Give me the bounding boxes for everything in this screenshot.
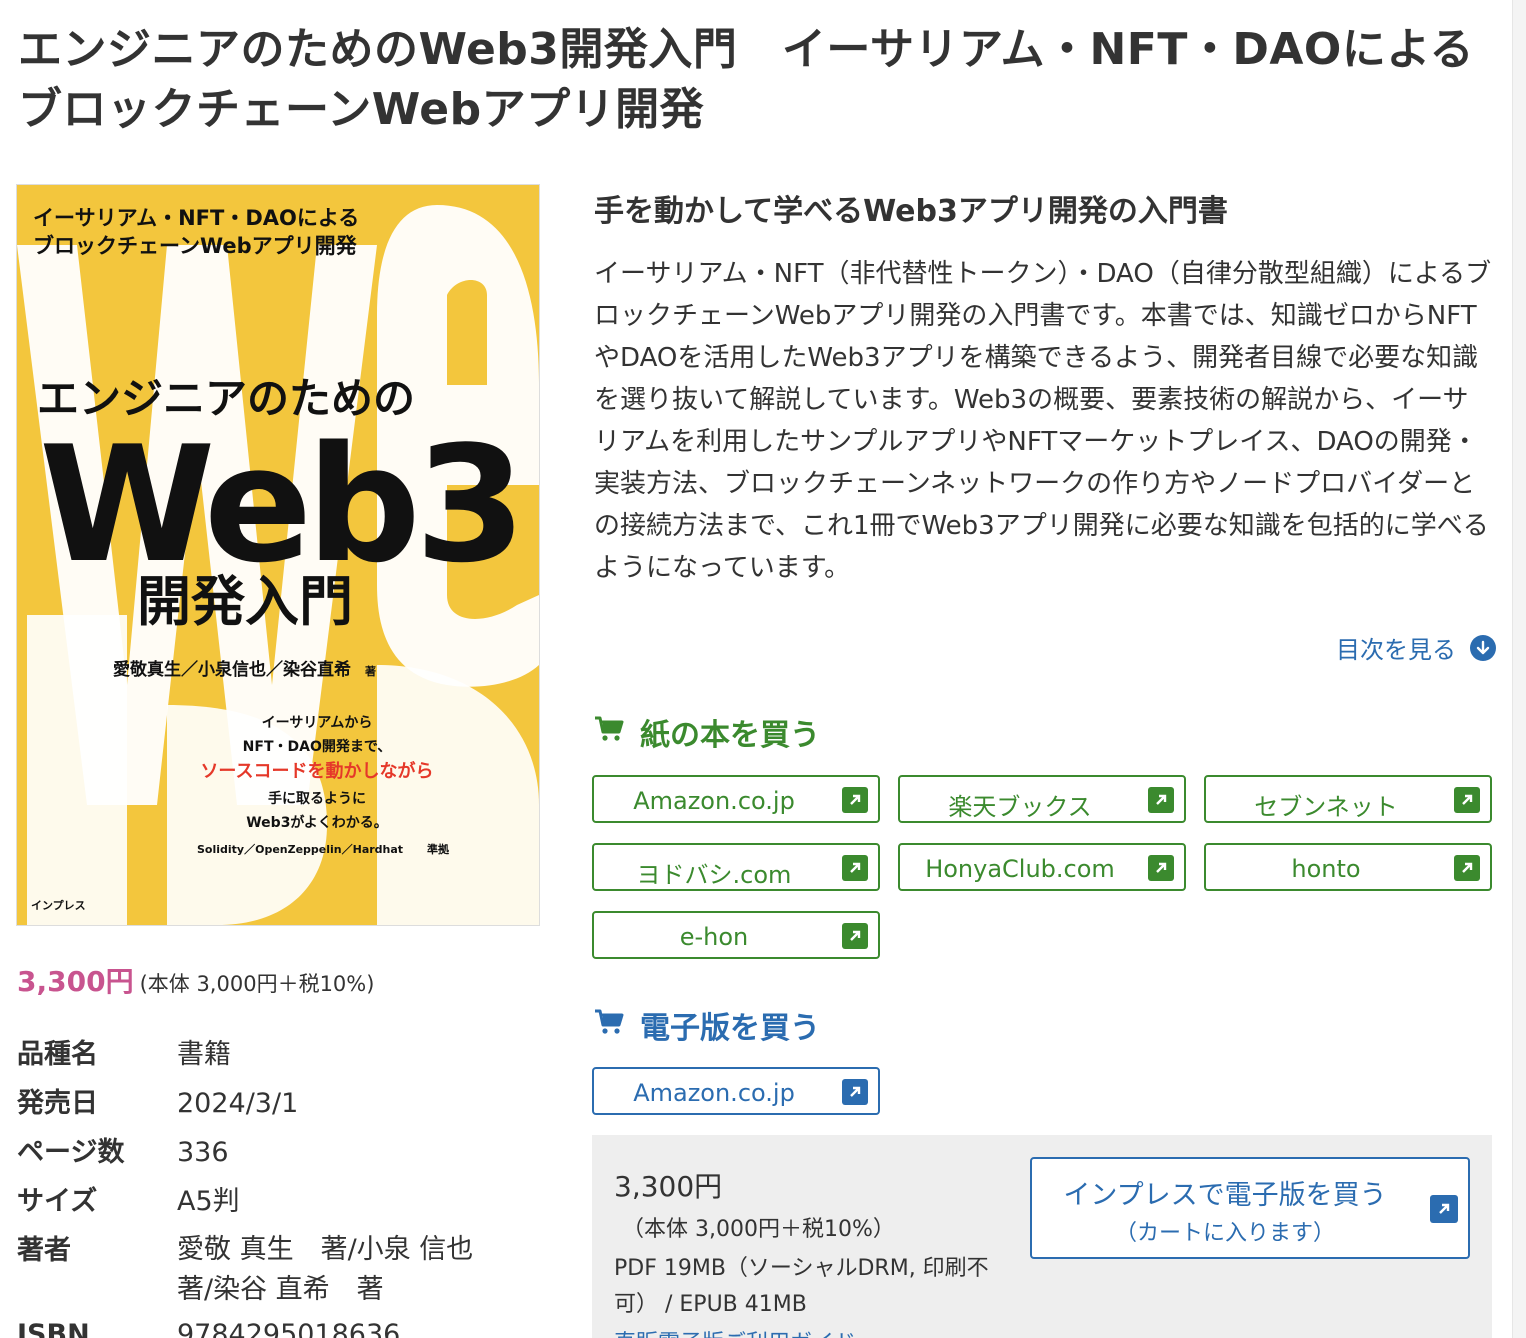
store-button-label: ヨドバシ.com xyxy=(636,861,792,889)
store-button-label: セブンネット xyxy=(1254,793,1398,821)
paper-book-heading: 紙の本を買う xyxy=(594,710,820,754)
cart-icon xyxy=(594,1008,624,1043)
ebook-store-button-amazon[interactable]: Amazon.co.jp xyxy=(592,1067,880,1115)
cover-subtitle-2: ブロックチェーンWebアプリ開発 xyxy=(33,234,358,258)
spec-author-line: 愛敬 真生 著/小泉 信也 xyxy=(177,1234,474,1265)
ebook-guide-link[interactable]: 直販電子版ご利用ガイド xyxy=(614,1325,856,1338)
spec-row: サイズ A5判 xyxy=(17,1177,557,1226)
spec-row: 品種名 書籍 xyxy=(17,1030,557,1079)
page-title: エンジニアのためのWeb3開発入門 イーサリアム・NFT・DAOによるブロックチ… xyxy=(18,24,1475,135)
store-button-ehon[interactable]: e-hon xyxy=(592,911,880,959)
book-cover: イーサリアム・NFT・DAOによる ブロックチェーンWebアプリ開発 エンジニア… xyxy=(16,184,540,926)
spec-value: 9784295018636 xyxy=(177,1319,401,1338)
store-button-label: e-hon xyxy=(679,923,749,951)
spec-value: 愛敬 真生 著/小泉 信也 著/染谷 直希 著 xyxy=(177,1226,473,1310)
ebook-heading: 電子版を買う xyxy=(594,1003,820,1047)
external-link-icon xyxy=(842,787,868,813)
spec-key: 著者 xyxy=(17,1235,71,1266)
external-link-icon xyxy=(1148,855,1174,881)
cart-icon xyxy=(594,715,624,750)
store-button-label: 楽天ブックス xyxy=(948,793,1092,821)
spec-key: 品種名 xyxy=(17,1039,98,1070)
cover-blurb-1: イーサリアムから xyxy=(262,715,373,731)
store-button-label: honto xyxy=(1291,855,1361,883)
scrollbar-track[interactable] xyxy=(1512,0,1526,1338)
description-body: イーサリアム・NFT（非代替性トークン）・DAO（自律分散型組織）によるブロック… xyxy=(594,259,1492,583)
store-button-rakuten[interactable]: 楽天ブックス xyxy=(898,775,1186,823)
toc-link-label: 目次を見る xyxy=(1336,636,1456,664)
ebook-price-detail: （本体 3,000円＋税10%） xyxy=(622,1217,895,1242)
spec-value: 書籍 xyxy=(177,1039,231,1070)
cover-author-suffix: 著 xyxy=(365,664,376,678)
external-link-icon xyxy=(842,1079,868,1105)
spec-row: ISBN 9784295018636 xyxy=(17,1310,557,1338)
spec-key: ページ数 xyxy=(17,1137,125,1168)
external-link-icon xyxy=(1454,787,1480,813)
cover-subtitle-1: イーサリアム・NFT・DAOによる xyxy=(33,206,359,230)
price-amount: 3,300円 xyxy=(17,965,134,998)
arrow-down-circle-icon xyxy=(1470,634,1496,661)
cover-publisher: インプレス xyxy=(31,898,86,912)
spec-row: 著者 愛敬 真生 著/小泉 信也 著/染谷 直希 著 xyxy=(17,1226,557,1310)
external-link-icon xyxy=(1454,855,1480,881)
cover-blurb-5: Web3がよくわかる。 xyxy=(246,814,388,831)
store-button-label: Amazon.co.jp xyxy=(633,1079,795,1107)
price-detail: (本体 3,000円＋税10%) xyxy=(139,972,375,996)
cover-blurb-4: 手に取るように xyxy=(268,790,366,807)
store-button-honto[interactable]: honto xyxy=(1204,843,1492,891)
spec-key: 発売日 xyxy=(17,1088,98,1119)
paper-book-heading-label: 紙の本を買う xyxy=(640,718,820,753)
description-lead: 手を動かして学べるWeb3アプリ開発の入門書 xyxy=(594,194,1228,229)
spec-key: ISBN xyxy=(17,1319,90,1338)
book-cover-art: イーサリアム・NFT・DAOによる ブロックチェーンWebアプリ開発 エンジニア… xyxy=(17,185,539,925)
cover-tech: Solidity／OpenZeppelin／Hardhat xyxy=(197,843,403,856)
toc-link[interactable]: 目次を見る xyxy=(1336,630,1496,665)
store-button-honyaclub[interactable]: HonyaClub.com xyxy=(898,843,1186,891)
ebook-direct-box: 3,300円 （本体 3,000円＋税10%） PDF 19MB（ソーシャルDR… xyxy=(592,1135,1492,1338)
spec-key: サイズ xyxy=(17,1186,98,1217)
spec-value: 2024/3/1 xyxy=(177,1088,299,1119)
ebook-price: 3,300円 xyxy=(614,1170,723,1203)
external-link-icon xyxy=(1148,787,1174,813)
spec-author-line: 著/染谷 直希 著 xyxy=(177,1274,384,1305)
cover-blurb-3: ソースコードを動かしながら xyxy=(200,760,433,782)
store-button-label: Amazon.co.jp xyxy=(633,787,795,815)
ebook-format: PDF 19MB（ソーシャルDRM, 印刷不可） / EPUB 41MB xyxy=(614,1256,989,1317)
buy-button-sublabel: （カートに入ります） xyxy=(1114,1221,1335,1246)
cover-tech-suffix: 準拠 xyxy=(427,842,450,856)
spec-value: 336 xyxy=(177,1137,229,1168)
buy-button-label: インプレスで電子版を買う xyxy=(1063,1180,1387,1211)
spec-table: 品種名 書籍 発売日 2024/3/1 ページ数 336 サイズ A5判 著者 … xyxy=(17,1030,557,1338)
store-button-sevennet[interactable]: セブンネット xyxy=(1204,775,1492,823)
cover-blurb-2: NFT・DAO開発まで、 xyxy=(243,738,392,755)
cover-authors: 愛敬真生／小泉信也／染谷直希 xyxy=(113,659,351,680)
external-link-icon xyxy=(1430,1195,1458,1223)
external-link-icon xyxy=(842,923,868,949)
impress-ebook-buy-button[interactable]: インプレスで電子版を買う （カートに入ります） xyxy=(1030,1157,1470,1259)
spec-value: A5判 xyxy=(177,1186,240,1217)
store-button-yodobashi[interactable]: ヨドバシ.com xyxy=(592,843,880,891)
external-link-icon xyxy=(842,855,868,881)
store-button-amazon[interactable]: Amazon.co.jp xyxy=(592,775,880,823)
spec-row: 発売日 2024/3/1 xyxy=(17,1079,557,1128)
spec-row: ページ数 336 xyxy=(17,1128,557,1177)
price-block: 3,300円 (本体 3,000円＋税10%) xyxy=(17,960,374,1000)
store-button-label: HonyaClub.com xyxy=(925,855,1115,883)
ebook-heading-label: 電子版を買う xyxy=(640,1011,820,1046)
cover-title-3: 開発入門 xyxy=(137,570,353,633)
